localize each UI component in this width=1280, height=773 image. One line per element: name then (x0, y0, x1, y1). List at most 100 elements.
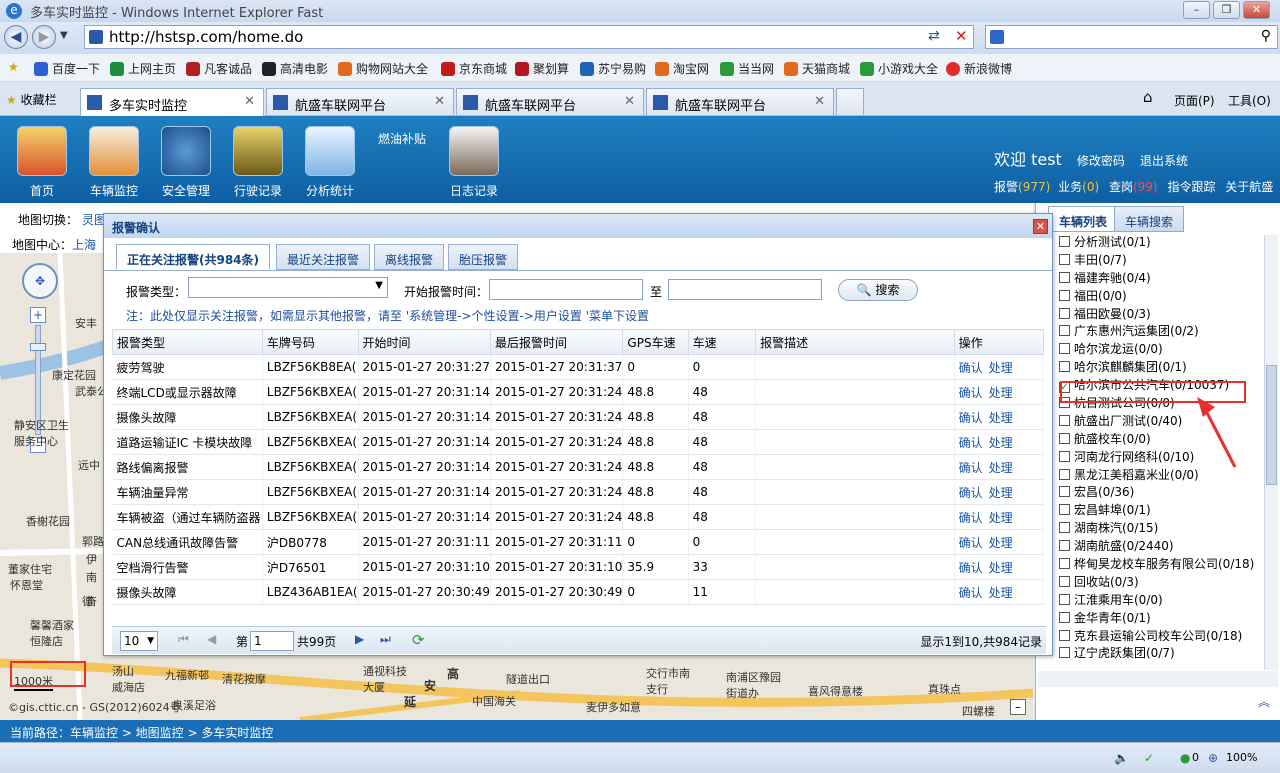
search-button[interactable]: 🔍 搜索 (838, 279, 918, 301)
fav-item[interactable]: 京东商城 (441, 60, 507, 77)
module-vehicle-monitor[interactable]: 车辆监控 (82, 126, 146, 199)
start-time-input[interactable] (489, 279, 643, 300)
handle-link[interactable]: 处理 (989, 386, 1013, 400)
favorites-button[interactable]: ★ 收藏栏 (6, 91, 57, 108)
close-window-button[interactable]: ✕ (1243, 1, 1270, 19)
add-favorite-icon[interactable]: ★ (8, 60, 19, 74)
module-fuel-subsidy[interactable]: 燃油补贴 (378, 130, 426, 147)
checkbox[interactable] (1059, 289, 1070, 301)
page-size-select[interactable]: 10 ▼ (120, 631, 158, 651)
checkbox[interactable] (1059, 647, 1070, 659)
fav-item[interactable]: 天猫商城 (784, 60, 850, 77)
module-log[interactable]: 日志记录 (442, 126, 506, 199)
module-safety[interactable]: 安全管理 (154, 126, 218, 199)
handle-link[interactable]: 处理 (989, 361, 1013, 375)
confirm-link[interactable]: 确认 (959, 536, 983, 550)
checkbox[interactable] (1059, 343, 1070, 355)
vehicle-group-item[interactable]: 回收站(0/3) (1059, 573, 1264, 591)
business-link[interactable]: 业务(0) (1058, 180, 1099, 194)
stop-icon[interactable]: ✕ (955, 27, 968, 45)
fav-item[interactable]: 聚划算 (515, 60, 569, 77)
check-post-link[interactable]: 查岗(99) (1109, 180, 1158, 194)
vehicle-group-item[interactable]: 丰田(0/7) (1059, 251, 1264, 269)
checkbox[interactable] (1059, 253, 1070, 265)
command-trace-link[interactable]: 指令跟踪 (1167, 180, 1215, 194)
forward-button[interactable]: ▶ (32, 25, 56, 49)
tab[interactable]: 航盛车联网平台 ✕ (646, 88, 834, 115)
confirm-link[interactable]: 确认 (959, 411, 983, 425)
fav-item[interactable]: 上网主页 (110, 60, 176, 77)
fav-item[interactable]: 凡客诚品 (186, 60, 252, 77)
vehicle-group-item[interactable]: 宏昌蚌埠(0/1) (1059, 501, 1264, 519)
scrollbar-thumb[interactable] (1266, 365, 1277, 485)
module-statistics[interactable]: 分析统计 (298, 126, 362, 199)
home-icon[interactable]: ⌂ (1143, 88, 1153, 106)
change-password-link[interactable]: 修改密码 (1077, 154, 1125, 168)
alarm-type-select[interactable]: ▼ (188, 277, 388, 298)
vehicle-group-item[interactable]: 金华青年(0/1) (1059, 609, 1264, 627)
tab[interactable]: 航盛车联网平台 ✕ (456, 88, 644, 115)
vehicle-list-scrollbar[interactable] (1264, 235, 1278, 670)
alarm-link[interactable]: 报警(977) (994, 180, 1050, 194)
horizontal-scrollbar[interactable] (1038, 671, 1278, 687)
close-tab-icon[interactable]: ✕ (244, 94, 255, 109)
checkbox[interactable] (1059, 611, 1070, 623)
tab-tire-alarms[interactable]: 胎压报警 (448, 244, 519, 270)
vehicle-group-item[interactable]: 福建奔驰(0/4) (1059, 269, 1264, 287)
handle-link[interactable]: 处理 (989, 411, 1013, 425)
close-tab-icon[interactable]: ✕ (624, 94, 635, 109)
security-icon[interactable]: ✓ (1144, 751, 1154, 765)
checkbox[interactable] (1059, 236, 1070, 247)
prev-page-icon[interactable]: ◀ (207, 632, 216, 646)
checkbox[interactable] (1059, 593, 1070, 605)
fav-item[interactable]: 苏宁易购 (580, 60, 646, 77)
last-page-icon[interactable]: ⏭ (380, 632, 391, 647)
end-time-input[interactable] (668, 279, 822, 300)
vehicle-group-item[interactable]: 桦甸昊龙校车服务有限公司(0/18) (1059, 555, 1264, 573)
checkbox[interactable] (1059, 450, 1070, 462)
zoom-level[interactable]: 100% (1226, 751, 1257, 764)
tab-vehicle-search[interactable]: 车辆搜索 (1114, 206, 1185, 232)
zoom-icon[interactable]: ⊕ (1208, 751, 1218, 765)
refresh-icon[interactable]: ⟳ (412, 631, 425, 649)
speaker-icon[interactable]: 🔈 (1114, 751, 1129, 765)
fav-item[interactable]: 新浪微博 (946, 60, 1012, 77)
vehicle-group-item[interactable]: 江淮乘用车(0/0) (1059, 591, 1264, 609)
tab-offline-alarms[interactable]: 离线报警 (374, 244, 445, 270)
page-number-input[interactable]: 1 (250, 631, 294, 651)
history-dropdown-icon[interactable]: ▼ (60, 30, 68, 41)
first-page-icon[interactable]: ⏮ (178, 632, 189, 647)
zoom-in-button[interactable]: + (30, 307, 46, 323)
next-page-icon[interactable]: ▶ (355, 632, 364, 646)
checkbox[interactable] (1059, 271, 1070, 283)
maximize-button[interactable]: ❐ (1213, 1, 1240, 19)
back-button[interactable]: ◀ (4, 25, 28, 49)
confirm-link[interactable]: 确认 (959, 561, 983, 575)
fav-item[interactable]: 百度一下 (34, 60, 100, 77)
tab-vehicle-list[interactable]: 车辆列表 (1048, 206, 1119, 232)
tab-recent-alarms[interactable]: 最近关注报警 (276, 244, 371, 270)
about-link[interactable]: 关于航盛 (1225, 180, 1273, 194)
vehicle-group-item[interactable]: 哈尔滨麒麟集团(0/1) (1059, 358, 1264, 376)
checkbox[interactable] (1059, 307, 1070, 319)
tab-active-alarms[interactable]: 正在关注报警(共984条) (116, 244, 271, 270)
module-home[interactable]: 首页 (10, 126, 74, 199)
tools-menu[interactable]: 工具(O) (1228, 92, 1271, 109)
module-driving-record[interactable]: 行驶记录 (226, 126, 290, 199)
vehicle-group-item[interactable]: 克东县运输公司校车公司(0/18) (1059, 627, 1264, 645)
refresh-icon[interactable]: ⇄ (928, 28, 940, 44)
handle-link[interactable]: 处理 (989, 461, 1013, 475)
handle-link[interactable]: 处理 (989, 436, 1013, 450)
confirm-link[interactable]: 确认 (959, 486, 983, 500)
minimize-button[interactable]: – (1183, 1, 1210, 19)
fav-item[interactable]: 小游戏大全 (860, 60, 938, 77)
handle-link[interactable]: 处理 (989, 511, 1013, 525)
page-menu[interactable]: 页面(P) (1174, 92, 1215, 109)
handle-link[interactable]: 处理 (989, 561, 1013, 575)
checkbox[interactable] (1059, 558, 1070, 570)
confirm-link[interactable]: 确认 (959, 461, 983, 475)
checkbox[interactable] (1059, 504, 1070, 516)
collapse-up-icon[interactable]: ︽ (1258, 693, 1270, 710)
vehicle-group-item[interactable]: 广东惠州汽运集团(0/2) (1059, 322, 1264, 340)
zoom-slider-handle[interactable] (30, 343, 46, 351)
